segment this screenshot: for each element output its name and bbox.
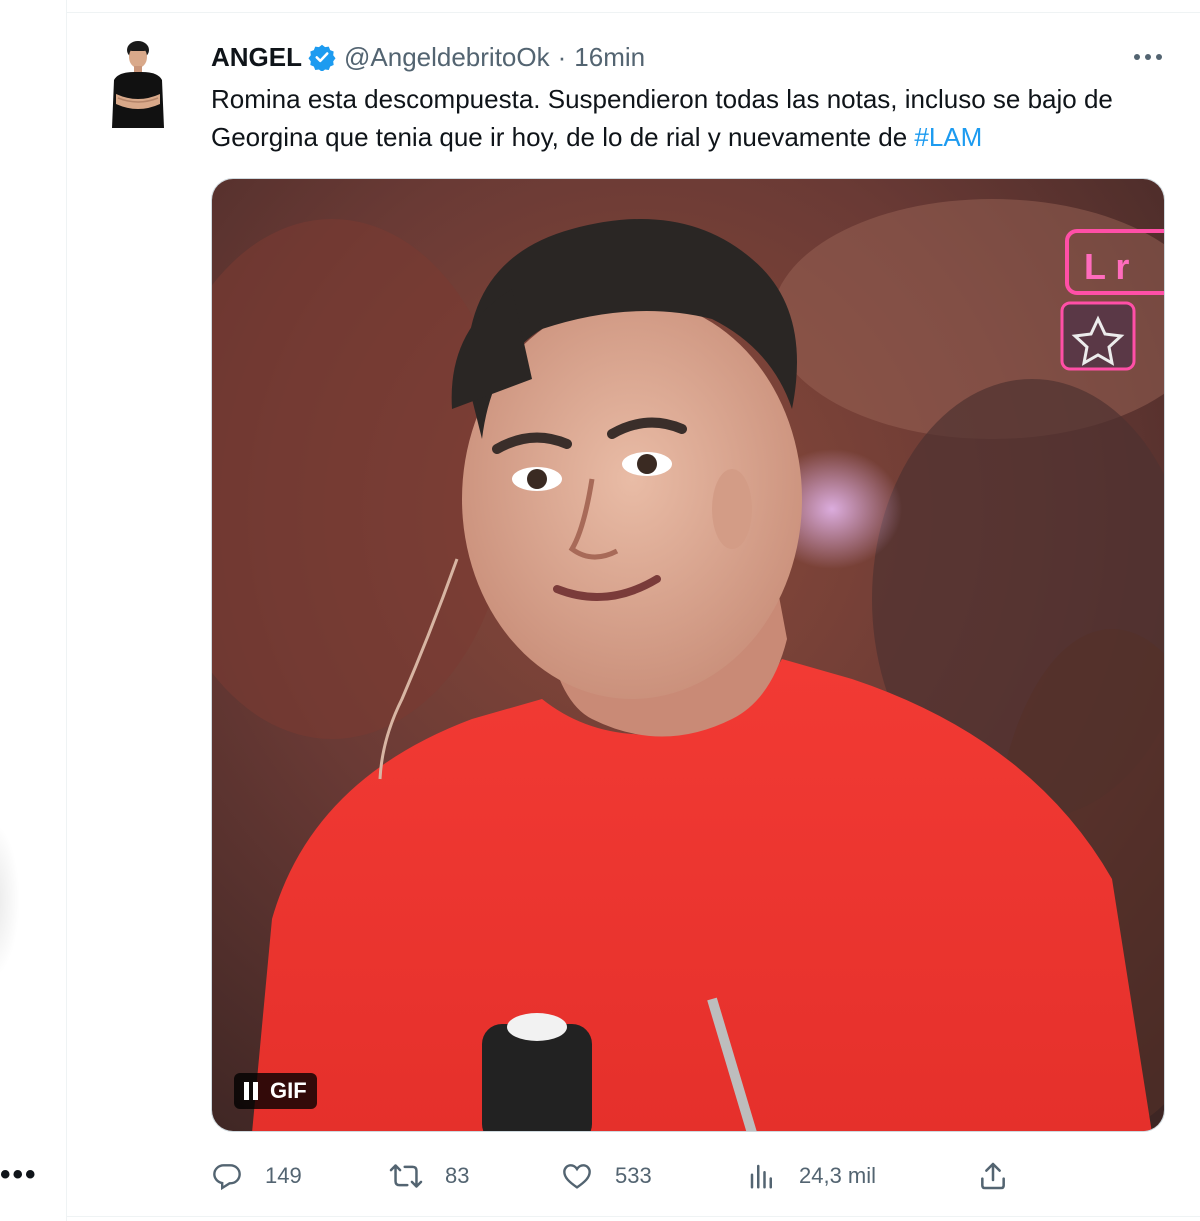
share-button[interactable]: [977, 1152, 1031, 1200]
tweet-timestamp[interactable]: 16min: [574, 42, 645, 73]
tweet-media-gif[interactable]: L r: [211, 178, 1165, 1132]
heart-icon: [563, 1164, 591, 1189]
svg-text:L r: L r: [1084, 246, 1129, 287]
views-count: 24,3 mil: [799, 1163, 877, 1188]
author-name[interactable]: ANGEL: [211, 42, 302, 73]
gif-label: GIF: [270, 1078, 307, 1103]
like-count: 533: [615, 1163, 652, 1188]
retweet-icon: [389, 1164, 423, 1188]
person-avatar-icon: [112, 41, 164, 128]
views-button[interactable]: 24,3 mil: [747, 1152, 876, 1200]
reply-icon: [213, 1164, 241, 1191]
author-handle[interactable]: @AngeldebritoOk: [344, 42, 550, 73]
avatar[interactable]: [104, 36, 172, 132]
column-divider: [66, 0, 67, 1221]
header-separator: ·: [557, 41, 567, 72]
tweet-header: ANGEL @AngeldebritoOk · 16min: [211, 40, 645, 74]
reply-count: 149: [265, 1163, 302, 1188]
retweet-count: 83: [445, 1163, 470, 1188]
more-options-button[interactable]: [1128, 40, 1168, 74]
tweet-actions: 149 83 533 24,3 mil: [211, 1152, 1031, 1200]
reply-button[interactable]: 149: [211, 1152, 302, 1200]
left-sidebar: •••: [0, 0, 66, 1221]
verified-badge-icon[interactable]: [308, 43, 336, 72]
retweet-button[interactable]: 83: [389, 1152, 469, 1200]
analytics-icon: [750, 1164, 772, 1189]
top-divider: [67, 12, 1200, 13]
gif-badge[interactable]: GIF: [234, 1073, 317, 1109]
sidebar-shadow: [0, 820, 20, 980]
tweet-text: Romina esta descompuesta. Suspendieron t…: [211, 80, 1181, 156]
pause-icon: [244, 1082, 258, 1100]
share-icon: [981, 1162, 1005, 1190]
gif-frame-image: L r: [212, 179, 1164, 1131]
like-button[interactable]: 533: [561, 1152, 652, 1200]
more-horizontal-icon: [1134, 54, 1162, 60]
tweet-page: ••• ANGEL @AngeldebritoOk · 16min Romina…: [0, 0, 1200, 1221]
bottom-divider: [67, 1216, 1200, 1217]
hashtag-link[interactable]: #LAM: [914, 122, 982, 152]
sidebar-more-button[interactable]: •••: [0, 1160, 38, 1190]
